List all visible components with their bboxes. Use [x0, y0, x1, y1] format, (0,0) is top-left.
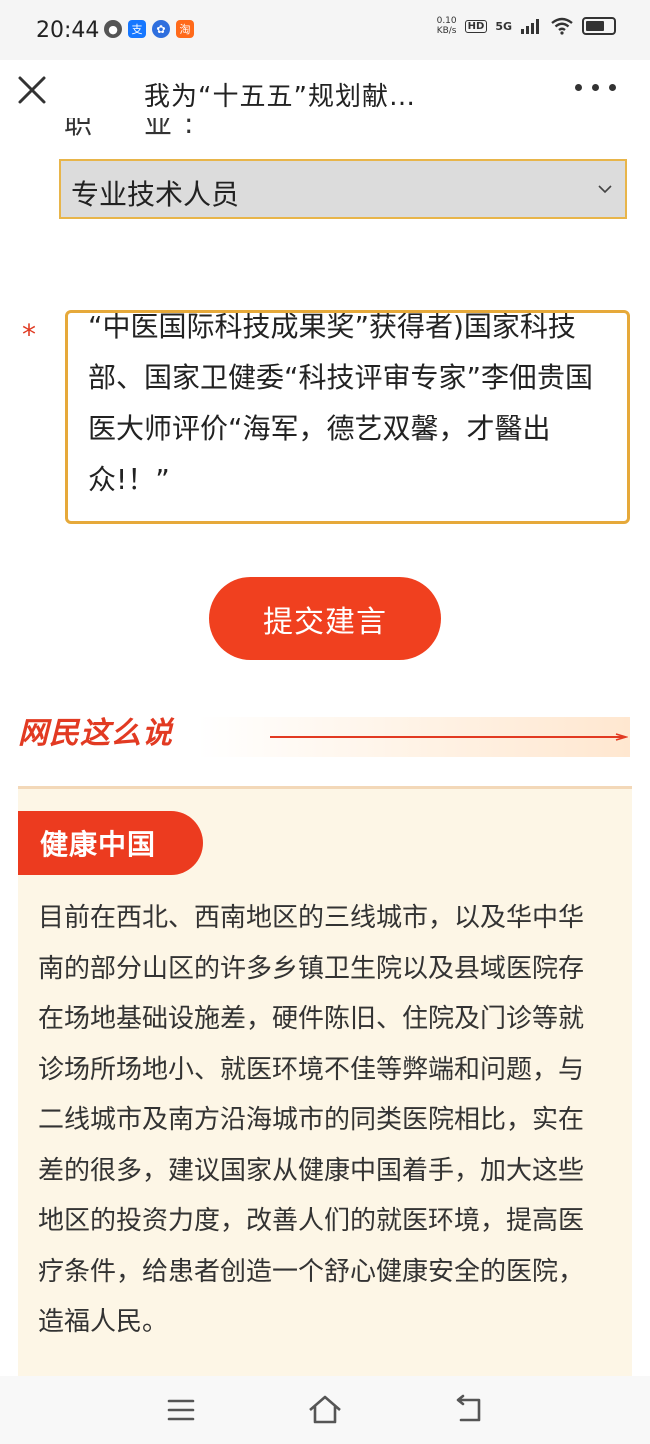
section-header-line — [270, 736, 625, 738]
battery-icon — [582, 17, 616, 35]
baidu-icon: ✿ — [152, 20, 170, 38]
occupation-label: 职 业: — [64, 118, 224, 144]
alipay-icon: 支 — [128, 20, 146, 38]
submit-button[interactable]: 提交建言 — [209, 577, 441, 660]
suggestion-text: “中医国际科技成果奖”获得者)国家科技部、国家卫健委“科技评审专家”李佃贵国医大… — [88, 310, 594, 496]
menu-icon[interactable] — [161, 1390, 201, 1430]
title-bar: 我为“十五五”规划献… — [0, 60, 650, 122]
required-mark: * — [22, 318, 36, 351]
section-title: 网民这么说 — [18, 716, 173, 751]
chevron-down-icon — [598, 185, 612, 194]
signal-bars-icon — [521, 19, 539, 34]
home-icon[interactable] — [305, 1390, 345, 1430]
occupation-label-text: 职 业: — [64, 118, 206, 140]
hd-badge: HD — [464, 19, 488, 33]
close-icon[interactable] — [16, 74, 48, 106]
taobao-icon: 淘 — [176, 20, 194, 38]
status-app-icons: ● 支 ✿ 淘 — [104, 20, 194, 38]
net-speed: 0.10 KB/s — [437, 16, 457, 36]
net-speed-unit: KB/s — [436, 26, 457, 36]
suggestion-textarea[interactable]: “中医国际科技成果奖”获得者)国家科技部、国家卫健委“科技评审专家”李佃贵国医大… — [65, 310, 630, 524]
occupation-value: 专业技术人员 — [71, 178, 240, 211]
more-icon[interactable] — [575, 84, 616, 91]
comment-text: 目前在西北、西南地区的三线城市，以及华中华南的部分山区的许多乡镇卫生院以及县域医… — [38, 903, 585, 1337]
page-title: 我为“十五五”规划献… — [144, 82, 416, 112]
comment-card: 健康中国 目前在西北、西南地区的三线城市，以及华中华南的部分山区的许多乡镇卫生院… — [18, 786, 632, 1379]
arrow-right-icon — [615, 733, 628, 741]
bottom-nav — [0, 1376, 650, 1444]
wechat-icon: ● — [104, 20, 122, 38]
status-bar: 20:44 ● 支 ✿ 淘 0.10 KB/s HD 5G — [0, 0, 650, 60]
occupation-select[interactable]: 专业技术人员 — [59, 159, 627, 219]
wifi-icon — [551, 17, 573, 35]
back-icon[interactable] — [449, 1390, 489, 1430]
signal-5g-label: 5G — [495, 19, 512, 33]
status-right: 0.10 KB/s HD 5G — [437, 16, 616, 36]
comment-tag: 健康中国 — [18, 811, 203, 875]
status-time: 20:44 — [36, 18, 100, 43]
net-speed-value: 0.10 — [436, 16, 457, 26]
